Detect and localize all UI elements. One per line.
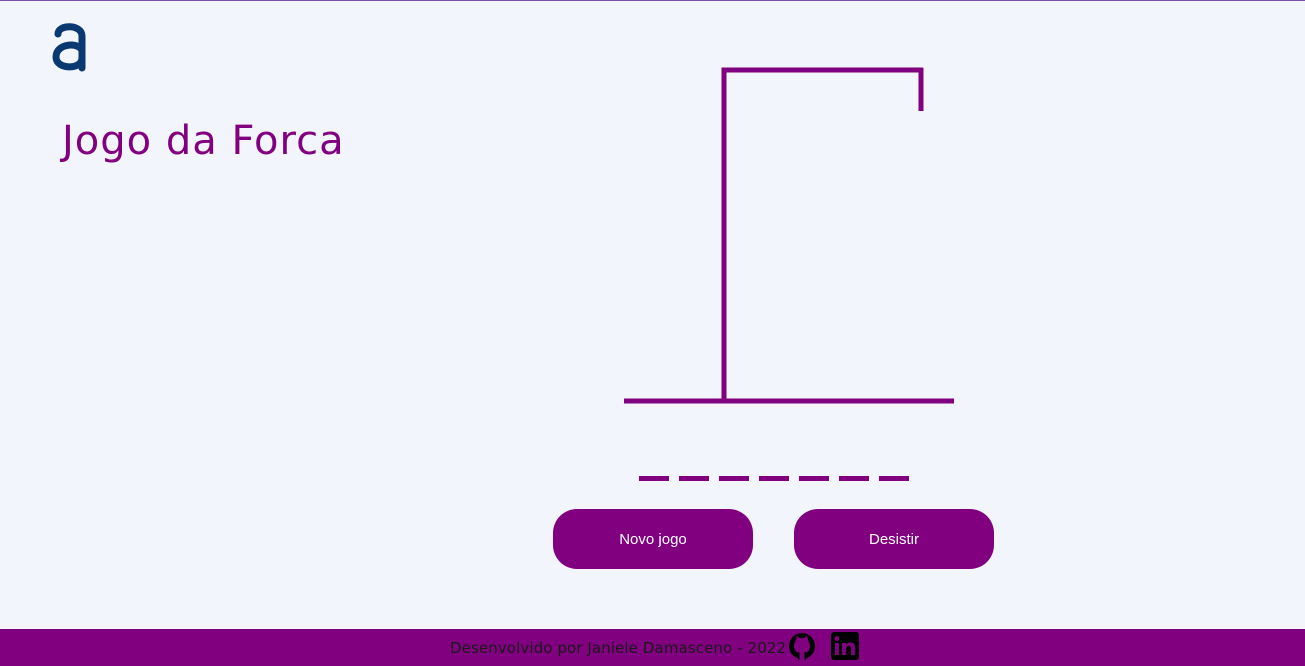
letter-slot — [719, 476, 749, 481]
linkedin-icon[interactable] — [831, 632, 859, 660]
give-up-button[interactable]: Desistir — [794, 509, 994, 569]
footer-credit: Desenvolvido por Janiele Damasceno - 202… — [450, 639, 787, 657]
footer: Desenvolvido por Janiele Damasceno - 202… — [0, 629, 1305, 666]
letter-slot — [639, 476, 669, 481]
letter-slot — [759, 476, 789, 481]
alura-logo-icon — [52, 23, 86, 72]
hangman-gallows — [624, 67, 954, 404]
letter-slot — [799, 476, 829, 481]
letter-slot — [879, 476, 909, 481]
page-title: Jogo da Forca — [62, 118, 345, 164]
github-icon[interactable] — [788, 632, 816, 660]
top-border — [0, 0, 1305, 1]
new-game-button[interactable]: Novo jogo — [553, 509, 753, 569]
letter-slot — [839, 476, 869, 481]
letter-slot — [679, 476, 709, 481]
